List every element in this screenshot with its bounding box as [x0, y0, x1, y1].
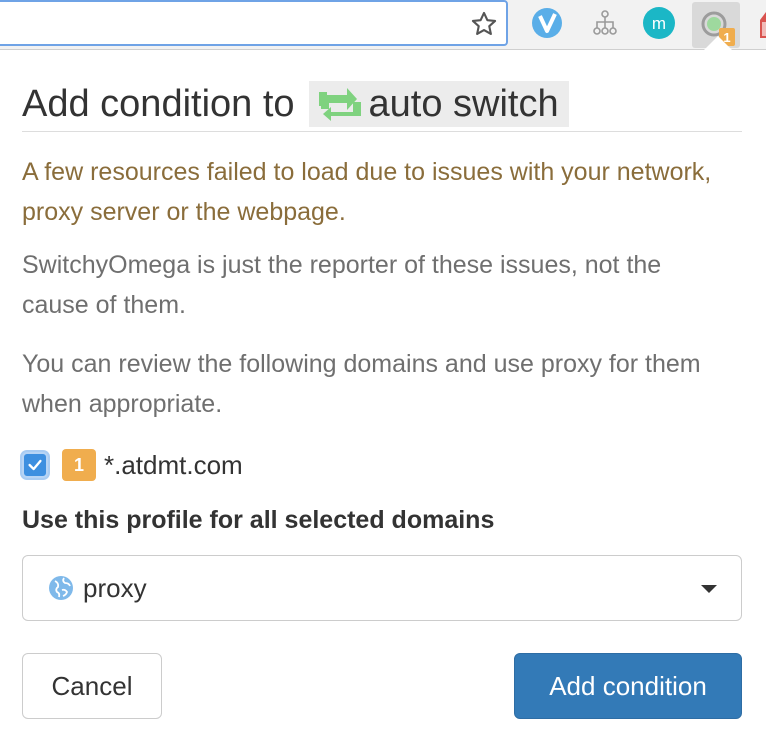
failure-count-badge: 1 [62, 449, 96, 481]
chevron-down-icon [701, 585, 717, 593]
warning-message: A few resources failed to load due to is… [22, 158, 712, 226]
m-extension-letter: m [652, 14, 666, 33]
profile-select[interactable]: proxy [22, 555, 742, 621]
checkmark-icon [28, 459, 42, 471]
address-bar[interactable] [0, 0, 508, 46]
globe-icon [49, 576, 73, 600]
title-profile: auto switch [308, 81, 569, 127]
partial-extension-icon[interactable] [756, 8, 766, 38]
domain-row: 1 *.atdmt.com [22, 448, 243, 482]
domain-name[interactable]: *.atdmt.com [104, 450, 243, 481]
selected-profile: proxy [83, 572, 147, 603]
star-icon[interactable] [470, 10, 498, 38]
add-condition-button[interactable]: Add condition [514, 653, 742, 719]
review-note: You can review the following domains and… [22, 350, 701, 418]
sitemap-extension-icon[interactable] [588, 6, 622, 40]
v-extension-icon[interactable] [530, 6, 564, 40]
domain-checkbox[interactable] [22, 452, 48, 478]
popup-arrow [704, 36, 732, 50]
title-profile-name: auto switch [368, 82, 559, 125]
cancel-button[interactable]: Cancel [22, 653, 162, 719]
m-extension-icon[interactable]: m [642, 6, 676, 40]
page-title: Add condition to auto switch [22, 78, 569, 130]
switch-icon [318, 88, 361, 121]
profile-select-label: Use this profile for all selected domain… [22, 506, 495, 534]
browser-toolbar: m 1 [0, 0, 766, 50]
title-prefix: Add condition to [22, 82, 295, 125]
title-divider [22, 131, 742, 132]
reporter-note: SwitchyOmega is just the reporter of the… [22, 251, 662, 319]
